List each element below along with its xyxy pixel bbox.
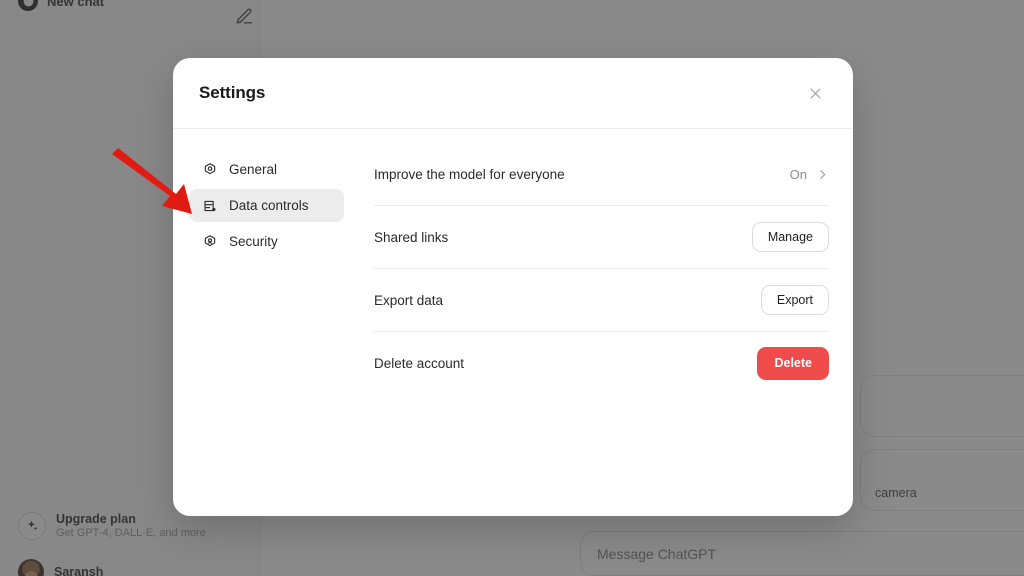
page-title: Settings: [199, 83, 266, 102]
sidebar-item-general[interactable]: General: [189, 153, 344, 186]
chevron-right-icon[interactable]: [816, 168, 829, 181]
setting-label: Improve the model for everyone: [374, 166, 565, 182]
shield-icon: [201, 233, 218, 250]
status-badge: On: [789, 166, 807, 182]
gear-icon: [201, 161, 218, 178]
sidebar-item-label: General: [229, 162, 278, 177]
setting-row-improve-model[interactable]: Improve the model for everyone On: [374, 143, 829, 206]
setting-row-shared-links: Shared links Manage: [374, 206, 829, 269]
screen: camera Message ChatGPT: [0, 0, 1024, 576]
sidebar-item-security[interactable]: Security: [189, 225, 344, 258]
sidebar-item-data-controls[interactable]: Data controls: [189, 189, 344, 222]
setting-row-delete-account: Delete account Delete: [374, 332, 829, 395]
setting-control[interactable]: On: [790, 167, 829, 182]
settings-dialog-body: General Data controls Security Improve t…: [173, 129, 853, 516]
setting-label: Export data: [374, 292, 444, 308]
setting-row-export-data: Export data Export: [374, 269, 829, 332]
manage-shared-links-button[interactable]: Manage: [751, 221, 829, 253]
setting-label: Shared links: [374, 229, 449, 245]
close-icon[interactable]: [802, 80, 828, 106]
settings-nav: General Data controls Security: [189, 143, 344, 516]
setting-label: Delete account: [374, 356, 465, 371]
delete-account-button[interactable]: Delete: [757, 347, 829, 380]
settings-dialog-header: Settings: [173, 58, 853, 129]
settings-panel-data-controls: Improve the model for everyone On Shared…: [344, 143, 829, 516]
sidebar-item-label: Security: [229, 234, 278, 249]
sidebar-item-label: Data controls: [229, 198, 309, 213]
settings-dialog: Settings General Data controls Security …: [173, 58, 853, 516]
export-data-button[interactable]: Export: [760, 284, 829, 316]
data-controls-icon: [201, 197, 218, 214]
